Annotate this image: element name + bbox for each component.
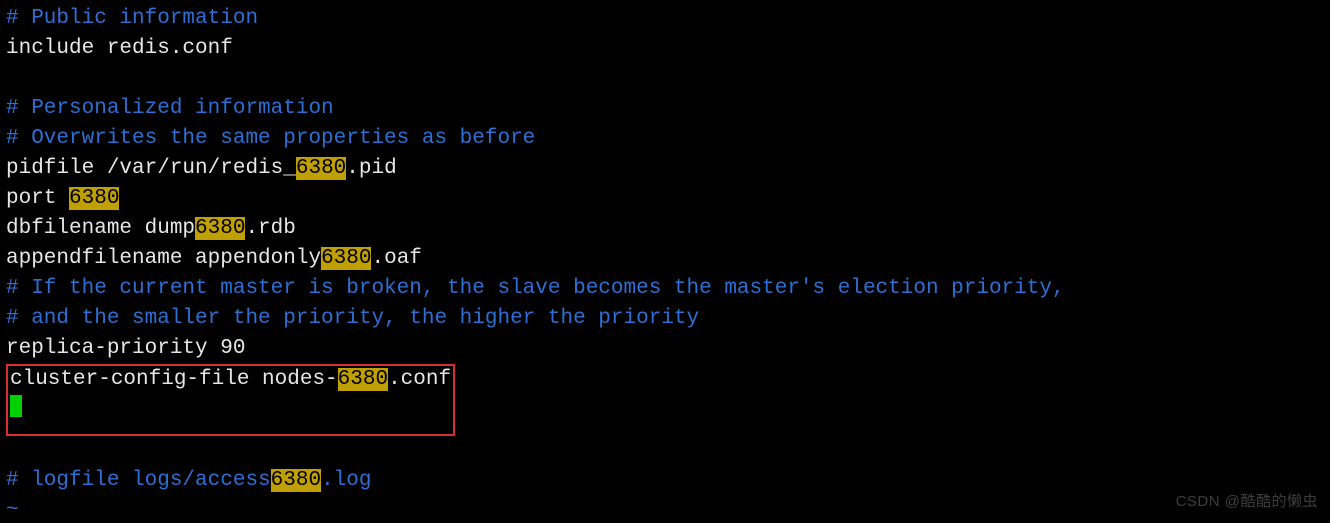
- pidfile-prefix: pidfile /var/run/redis_: [6, 157, 296, 180]
- port-label: port: [6, 187, 69, 210]
- vim-tilde: ~: [6, 499, 19, 522]
- appendfilename-suffix: .oaf: [371, 247, 421, 270]
- pidfile-suffix: .pid: [346, 157, 396, 180]
- logfile-suffix: .log: [321, 469, 371, 492]
- cursor-icon: [10, 395, 22, 417]
- cluster-config-suffix: .conf: [388, 368, 451, 391]
- watermark: CSDN @酷酷的懒虫: [1176, 487, 1318, 517]
- dbfilename-suffix: .rdb: [245, 217, 295, 240]
- appendfilename-port: 6380: [321, 247, 371, 270]
- comment-personalized: # Personalized information: [6, 97, 334, 120]
- config-editor[interactable]: # Public information include redis.conf …: [0, 0, 1330, 523]
- dbfilename-prefix: dbfilename dump: [6, 217, 195, 240]
- comment-public-info: # Public information: [6, 7, 258, 30]
- port-value: 6380: [69, 187, 119, 210]
- comment-priority-1: # If the current master is broken, the s…: [6, 277, 1065, 300]
- cluster-config-annotation: cluster-config-file nodes-6380.conf: [6, 364, 455, 436]
- cluster-config-port: 6380: [338, 368, 388, 391]
- comment-overwrites: # Overwrites the same properties as befo…: [6, 127, 535, 150]
- logfile-port: 6380: [271, 469, 321, 492]
- cluster-config-prefix: cluster-config-file nodes-: [10, 368, 338, 391]
- logfile-prefix: # logfile logs/access: [6, 469, 271, 492]
- replica-priority-line: replica-priority 90: [6, 337, 245, 360]
- comment-priority-2: # and the smaller the priority, the high…: [6, 307, 699, 330]
- include-line: include redis.conf: [6, 37, 233, 60]
- dbfilename-port: 6380: [195, 217, 245, 240]
- pidfile-port: 6380: [296, 157, 346, 180]
- appendfilename-prefix: appendfilename appendonly: [6, 247, 321, 270]
